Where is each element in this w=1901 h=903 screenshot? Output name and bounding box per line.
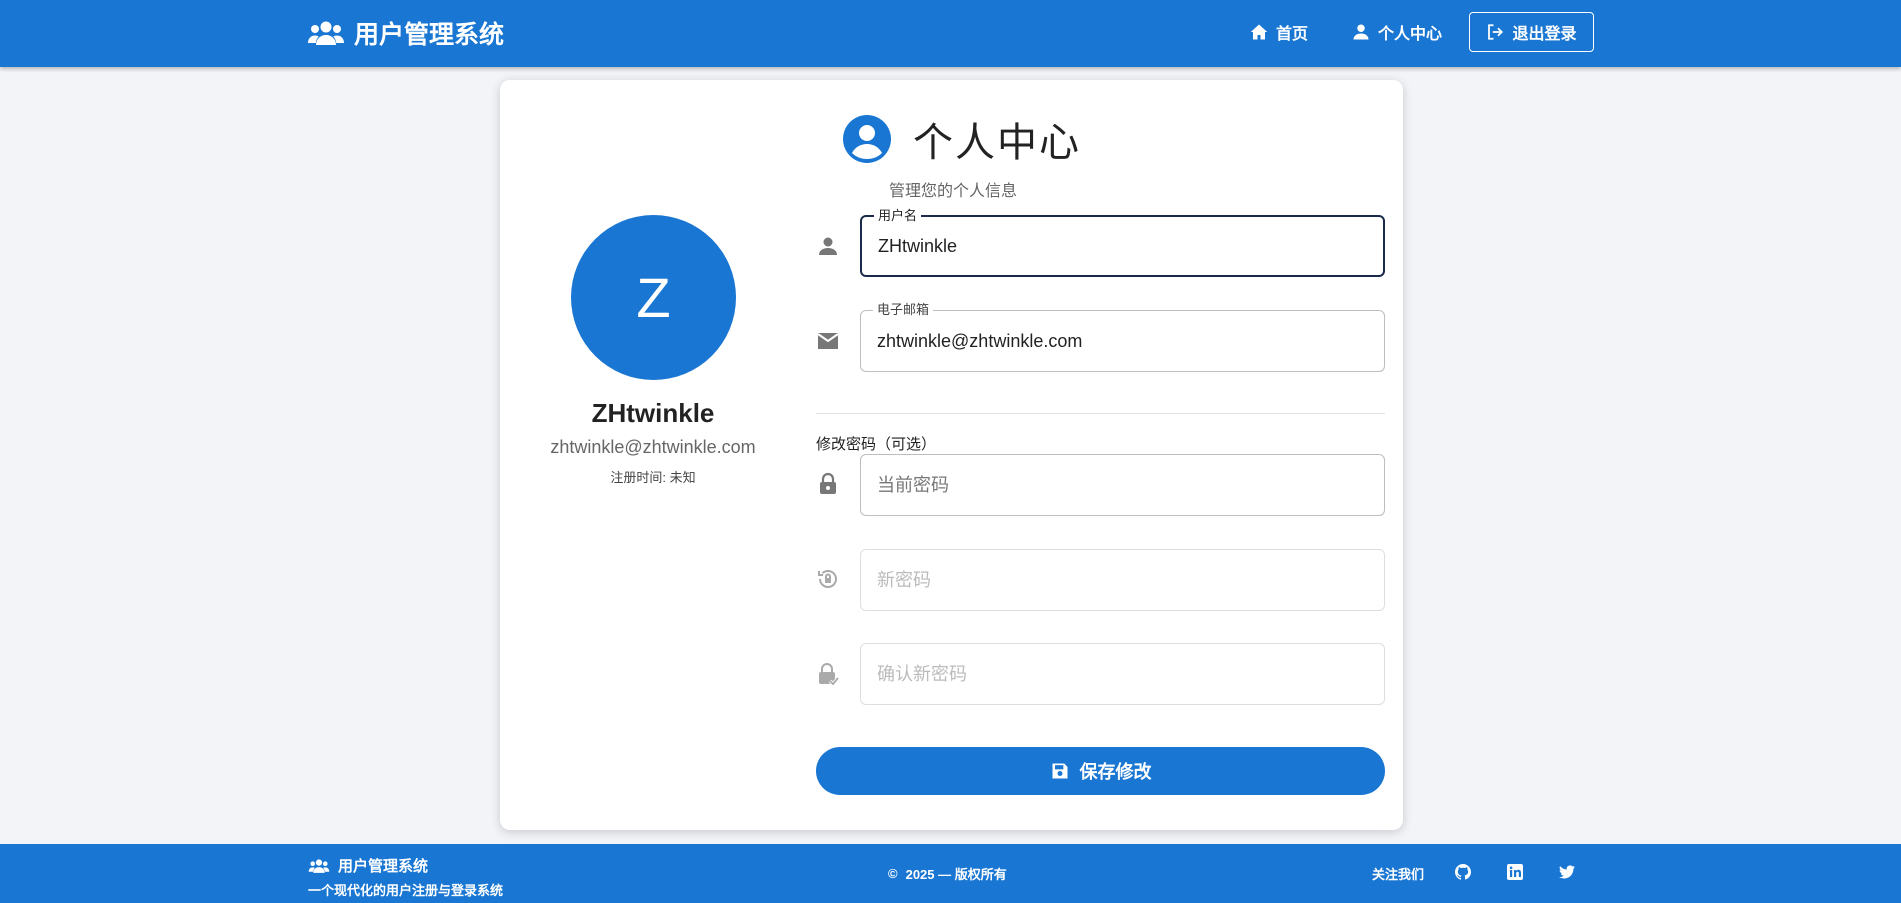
- nav-profile-link[interactable]: 个人中心: [1352, 20, 1442, 44]
- nav-home-link[interactable]: 首页: [1250, 20, 1308, 44]
- brand-title: 用户管理系统: [354, 21, 505, 49]
- password-section-label: 修改密码（可选）: [816, 436, 937, 453]
- username-input[interactable]: [878, 217, 1368, 275]
- divider: [816, 413, 1385, 414]
- save-button[interactable]: 保存修改: [816, 747, 1385, 795]
- profile-name: ZHtwinkle: [591, 398, 715, 428]
- page-title: 个人中心: [913, 121, 1081, 165]
- copyright-text: 2025 — 版权所有: [905, 867, 1007, 882]
- app-footer: 用户管理系统 一个现代化的用户注册与登录系统 © 2025 — 版权所有 关注我…: [0, 844, 1901, 903]
- copyright-icon: ©: [888, 866, 898, 881]
- linkedin-icon[interactable]: [1507, 864, 1523, 880]
- logout-label: 退出登录: [1512, 26, 1577, 43]
- footer-copyright: © 2025 — 版权所有: [888, 864, 1007, 883]
- save-icon: [1052, 763, 1067, 779]
- app-header: 用户管理系统 首页 个人中心 退出登录: [0, 0, 1901, 67]
- username-field[interactable]: 用户名: [860, 208, 1385, 277]
- nav-home-label: 首页: [1276, 26, 1309, 43]
- current-password-input[interactable]: [877, 455, 1367, 515]
- home-icon: [1250, 24, 1268, 40]
- confirm-password-field[interactable]: [860, 643, 1385, 705]
- avatar: Z: [571, 215, 736, 380]
- email-icon: [817, 333, 839, 349]
- email-input[interactable]: [877, 311, 1367, 371]
- person-icon: [819, 237, 837, 255]
- logout-button[interactable]: 退出登录: [1469, 12, 1594, 52]
- logout-icon: [1488, 24, 1504, 40]
- users-icon: [308, 21, 344, 45]
- person-icon: [1353, 24, 1369, 40]
- users-icon: [308, 858, 330, 873]
- github-icon[interactable]: [1455, 864, 1471, 880]
- lock-reset-icon: [818, 570, 837, 588]
- nav-profile-label: 个人中心: [1378, 26, 1443, 43]
- confirm-password-input[interactable]: [877, 644, 1367, 704]
- email-field[interactable]: 电子邮箱: [860, 302, 1385, 372]
- footer-brand-title: 用户管理系统: [338, 858, 429, 875]
- page-subtitle: 管理您的个人信息: [889, 183, 1018, 200]
- footer-brand: 用户管理系统: [308, 855, 428, 876]
- current-password-field[interactable]: [860, 454, 1385, 516]
- account-circle-icon: [843, 115, 891, 163]
- save-label: 保存修改: [1079, 762, 1152, 782]
- follow-label: 关注我们: [1372, 867, 1425, 882]
- twitter-icon[interactable]: [1559, 864, 1575, 880]
- profile-email: zhtwinkle@zhtwinkle.com: [550, 437, 756, 457]
- brand[interactable]: 用户管理系统: [308, 16, 504, 50]
- footer-tagline: 一个现代化的用户注册与登录系统: [308, 883, 504, 898]
- lock-check-icon: [819, 663, 840, 686]
- lock-icon: [820, 472, 836, 494]
- new-password-input[interactable]: [877, 550, 1367, 610]
- new-password-field[interactable]: [860, 549, 1385, 611]
- profile-registered: 注册时间: 未知: [610, 470, 696, 485]
